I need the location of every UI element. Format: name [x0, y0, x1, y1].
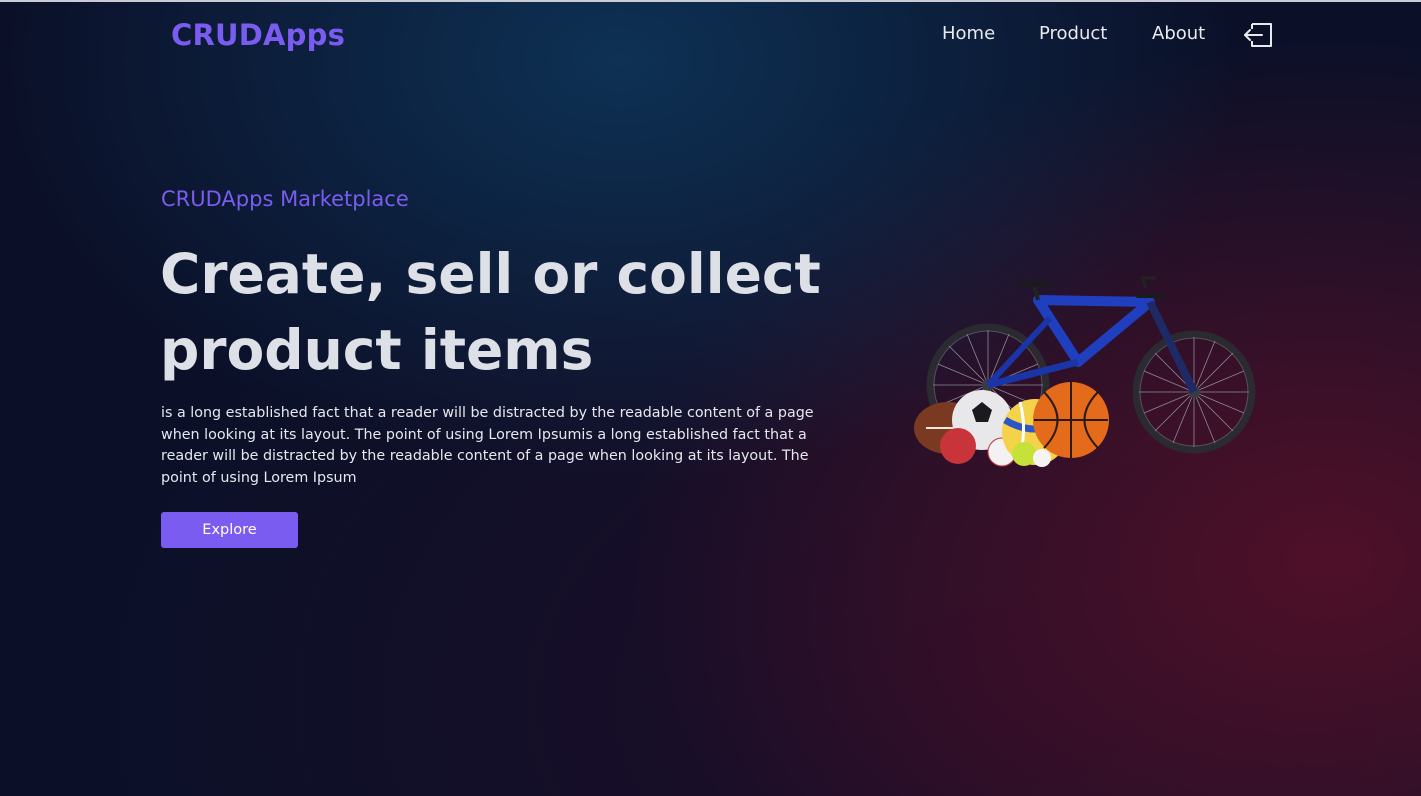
bicycle-sports-illustration: [914, 276, 1256, 467]
hero-headline-line2: product items: [160, 318, 594, 382]
hero-headline-line1: Create, sell or collect: [160, 242, 821, 306]
hero-product-image: [910, 270, 1260, 470]
nav-about[interactable]: About: [1152, 23, 1205, 44]
nav-product[interactable]: Product: [1039, 23, 1107, 44]
explore-button[interactable]: Explore: [161, 512, 298, 548]
brand-logo[interactable]: CRUDApps: [171, 18, 345, 52]
window-top-border: [0, 0, 1421, 2]
logout-icon[interactable]: [1242, 22, 1274, 48]
nav-home[interactable]: Home: [942, 23, 995, 44]
hero-eyebrow: CRUDApps Marketplace: [161, 187, 409, 211]
hero-description: is a long established fact that a reader…: [161, 405, 814, 486]
hero-headline: Create, sell or collect product items: [160, 236, 860, 388]
